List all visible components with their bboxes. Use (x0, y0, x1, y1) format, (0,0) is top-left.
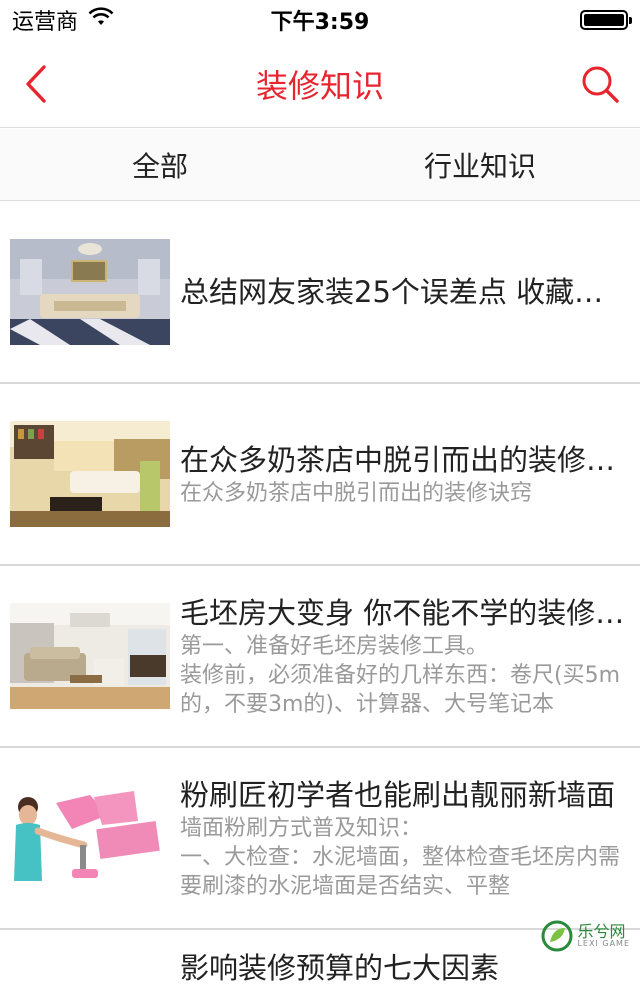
article-item[interactable]: 毛坯房大变身 你不能不学的装修攻略 第一、准备好毛坯房装修工具。 装修前，必须准… (0, 566, 640, 748)
watermark: 乐兮网 LEXI GAME (541, 920, 630, 952)
article-title: 粉刷匠初学者也能刷出靓丽新墙面 (180, 776, 628, 814)
article-item[interactable]: 在众多奶茶店中脱引而出的装修诀窍 在众多奶茶店中脱引而出的装修诀窍 (0, 384, 640, 566)
article-item[interactable]: 总结网友家装25个误差点 收藏必看 (0, 202, 640, 384)
article-title: 在众多奶茶店中脱引而出的装修诀窍 (180, 441, 628, 479)
article-list: 总结网友家装25个误差点 收藏必看 在众多奶茶店中脱引而出的装修诀窍 在众多奶 (0, 202, 640, 930)
chevron-left-icon (20, 64, 56, 104)
tab-industry-knowledge[interactable]: 行业知识 (320, 129, 640, 200)
article-title: 毛坯房大变身 你不能不学的装修攻略 (180, 594, 628, 632)
article-title: 总结网友家装25个误差点 收藏必看 (180, 273, 628, 311)
article-summary: 墙面粉刷方式普及知识： 一、大检查：水泥墙面，整体检查毛坯房内需要刷漆的水泥墙面… (180, 814, 628, 901)
article-thumbnail (10, 239, 170, 345)
tab-all[interactable]: 全部 (0, 129, 320, 200)
watermark-text: 乐兮网 (577, 924, 630, 940)
battery-icon (580, 10, 628, 30)
wifi-icon (88, 7, 114, 33)
nav-bar: 装修知识 (0, 40, 640, 128)
leaf-logo-icon (541, 920, 573, 952)
article-thumbnail (10, 785, 170, 891)
article-thumbnail (10, 603, 170, 709)
article-summary: 在众多奶茶店中脱引而出的装修诀窍 (180, 479, 628, 508)
battery-fill (584, 14, 624, 26)
back-button[interactable] (20, 64, 56, 104)
article-summary: 第一、准备好毛坯房装修工具。 装修前，必须准备好的几样东西：卷尺(买5m的，不要… (180, 632, 628, 719)
carrier-label: 运营商 (12, 4, 78, 36)
article-item[interactable]: 粉刷匠初学者也能刷出靓丽新墙面 墙面粉刷方式普及知识： 一、大检查：水泥墙面，整… (0, 748, 640, 930)
article-title-partial[interactable]: 影响装修预算的七大因素 (180, 945, 499, 987)
search-button[interactable] (580, 64, 620, 104)
watermark-subtext: LEXI GAME (577, 940, 630, 948)
search-icon (580, 64, 620, 104)
category-tabs: 全部 行业知识 (0, 129, 640, 201)
article-thumbnail (10, 421, 170, 527)
page-title: 装修知识 (256, 61, 384, 107)
status-bar: 运营商 下午3:59 (0, 0, 640, 40)
